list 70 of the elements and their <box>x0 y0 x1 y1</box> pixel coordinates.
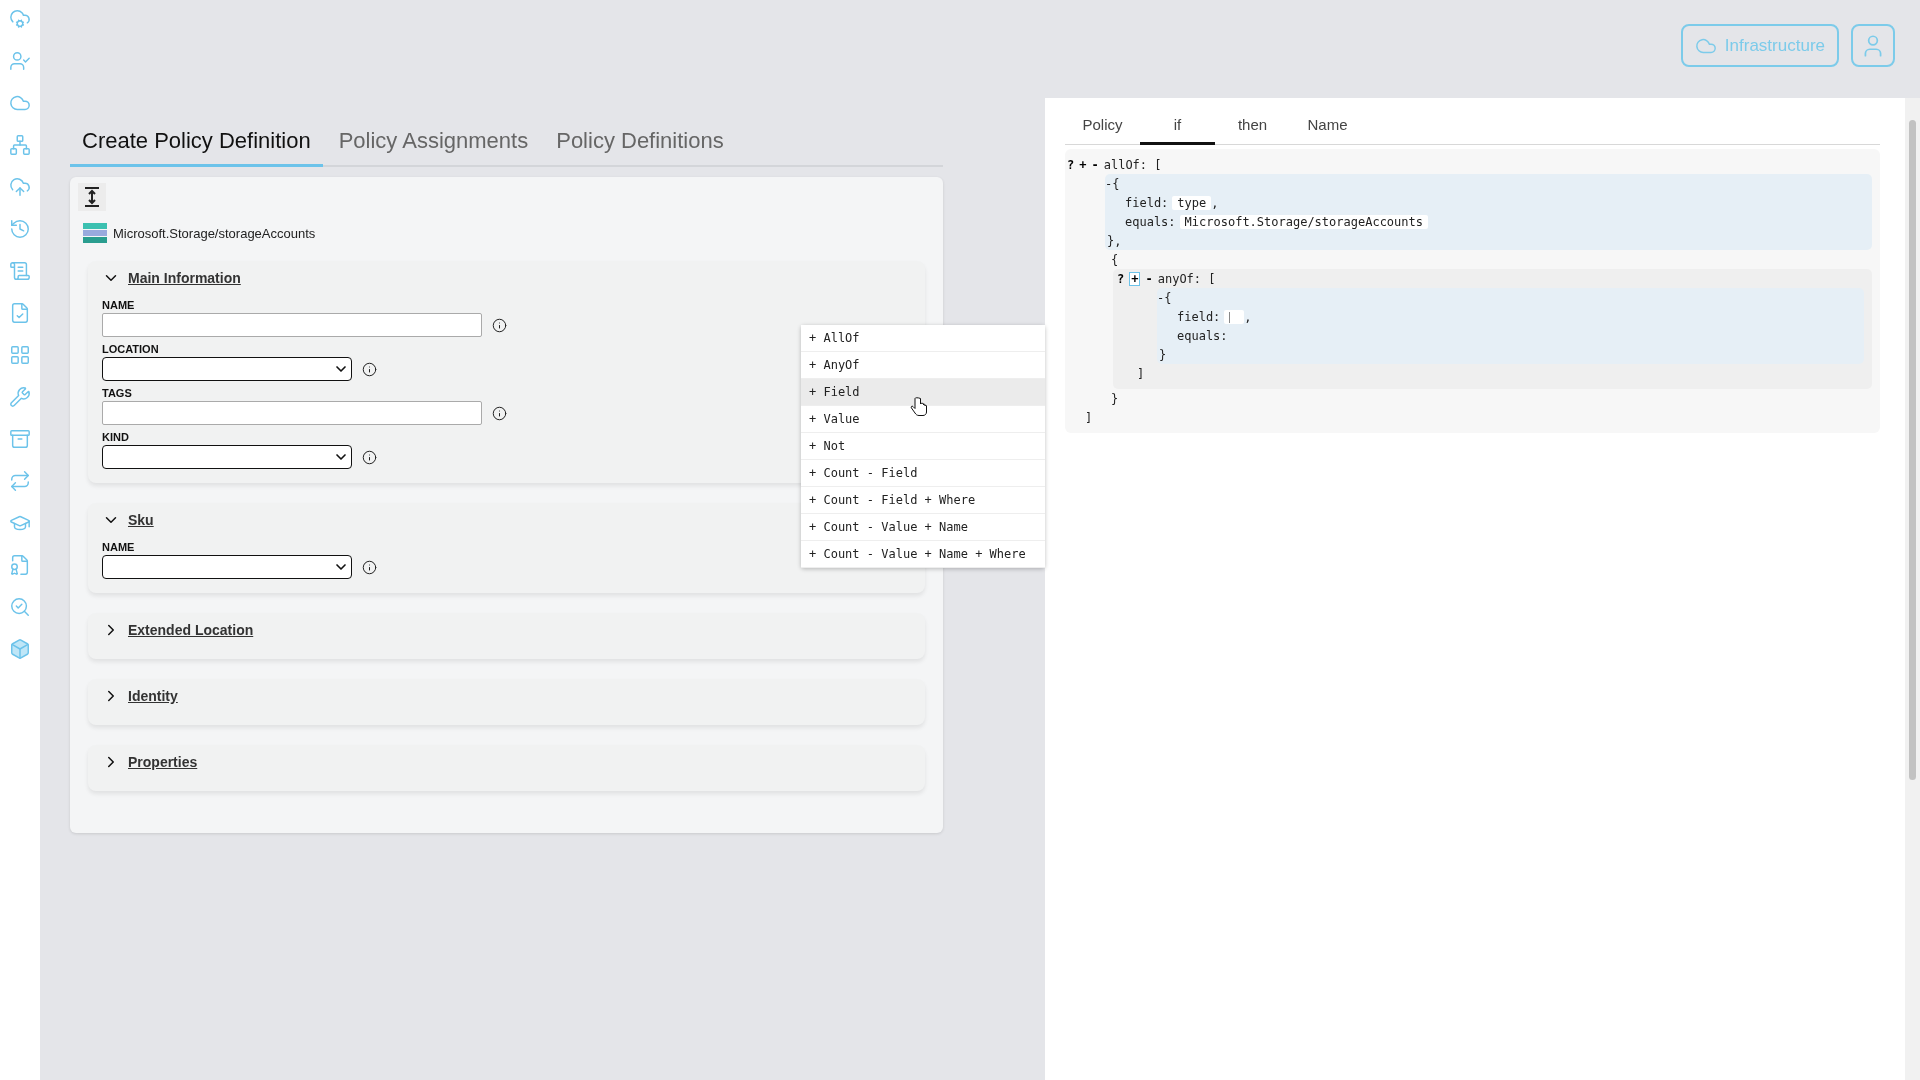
text-field[interactable] <box>102 313 482 337</box>
menu-item[interactable]: + AnyOf <box>801 352 1045 379</box>
editor-control[interactable]: - <box>1145 272 1153 285</box>
field-label: KIND <box>102 431 129 443</box>
vertical-arrows-icon <box>83 186 101 208</box>
code-text: ] <box>1085 410 1093 425</box>
tab[interactable]: Policy Assignments <box>326 120 541 167</box>
code-key: field: <box>1125 195 1169 210</box>
code-key: equals: <box>1177 328 1228 343</box>
info-icon <box>492 317 507 333</box>
info-icon <box>362 361 377 377</box>
info-icon <box>362 449 377 465</box>
code-key: anyOf: <box>1157 271 1202 286</box>
code-text: , <box>1211 195 1219 210</box>
section-header[interactable]: Main Information <box>102 269 241 287</box>
section-header[interactable]: Sku <box>102 511 154 529</box>
editor-tab[interactable]: Name <box>1290 104 1365 145</box>
menu-item[interactable]: + Field <box>801 379 1045 406</box>
field-label: TAGS <box>102 387 132 399</box>
user-button[interactable] <box>1851 24 1895 67</box>
code-text: { <box>1111 252 1119 267</box>
code-text: }, <box>1107 233 1122 248</box>
menu-item[interactable]: + Value <box>801 406 1045 433</box>
storage-icon <box>83 223 107 243</box>
section-header[interactable]: Properties <box>102 753 198 771</box>
editor-control[interactable]: + <box>1079 158 1087 171</box>
select-field[interactable] <box>102 555 352 579</box>
text-cursor <box>1229 311 1231 323</box>
code-text: } <box>1111 391 1119 406</box>
menu-item[interactable]: + AllOf <box>801 325 1045 352</box>
info-icon <box>492 405 507 421</box>
editor-tab[interactable]: if <box>1140 104 1215 145</box>
editor-tab[interactable]: Policy <box>1065 104 1140 145</box>
value-field[interactable]: Microsoft.Storage/storageAccounts <box>1179 214 1428 229</box>
select-field[interactable] <box>102 445 352 469</box>
menu-item[interactable]: + Count - Value + Name <box>801 514 1045 541</box>
editor-control[interactable]: ? <box>1117 272 1125 285</box>
section-header[interactable]: Identity <box>102 687 178 705</box>
section-header[interactable]: Extended Location <box>102 621 254 639</box>
menu-item[interactable]: + Count - Value + Name + Where <box>801 541 1045 568</box>
tab[interactable]: Create Policy Definition <box>70 120 323 167</box>
code-key: field: <box>1177 309 1221 324</box>
menu-item[interactable]: + Count - Field + Where <box>801 487 1045 514</box>
text-field[interactable] <box>102 401 482 425</box>
editor-control[interactable]: - <box>1091 158 1099 171</box>
menu-item[interactable]: + Count - Field <box>801 460 1045 487</box>
editor-control[interactable]: ? <box>1067 158 1075 171</box>
value-field[interactable]: type <box>1172 195 1212 210</box>
editor-control[interactable]: + <box>1129 271 1141 286</box>
expand-collapse-button[interactable] <box>78 183 106 211</box>
code-text: [ <box>1153 157 1162 172</box>
code-text: } <box>1159 347 1167 362</box>
editor-tab[interactable]: then <box>1215 104 1290 145</box>
code-text: -{ <box>1157 290 1172 305</box>
code-key: equals: <box>1125 214 1176 229</box>
tab[interactable]: Policy Definitions <box>544 120 736 167</box>
select-field[interactable] <box>102 357 352 381</box>
code-text: [ <box>1207 271 1216 286</box>
value-field[interactable] <box>1224 309 1245 324</box>
code-text: ] <box>1137 366 1145 381</box>
code-key: allOf: <box>1103 157 1148 172</box>
field-label: NAME <box>102 541 135 553</box>
resource-type: Microsoft.Storage/storageAccounts <box>113 225 316 241</box>
info-icon <box>362 559 377 575</box>
field-label: LOCATION <box>102 343 159 355</box>
code-text: -{ <box>1105 176 1120 191</box>
code-text: , <box>1244 309 1252 324</box>
hand-cursor-icon <box>910 397 928 417</box>
menu-item[interactable]: + Not <box>801 433 1045 460</box>
field-label: NAME <box>102 299 135 311</box>
